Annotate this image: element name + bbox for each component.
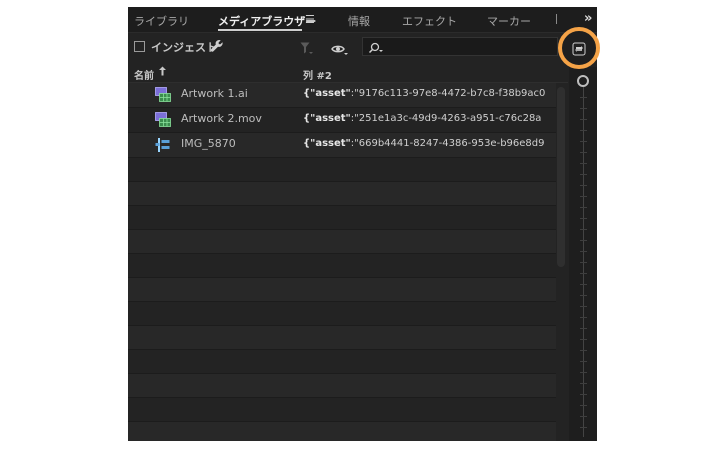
- file-metadata: {"asset":"669b4441-8247-4386-953e-b96e8d…: [303, 138, 556, 149]
- tab-markers[interactable]: マーカー: [487, 13, 531, 29]
- file-list: Artwork 1.ai {"asset":"9176c113-97e8-447…: [128, 83, 556, 441]
- eye-icon[interactable]: [331, 41, 349, 60]
- search-box: [362, 37, 558, 56]
- wrench-icon[interactable]: [210, 38, 224, 57]
- zoom-tick: [580, 141, 587, 142]
- empty-row: [128, 230, 556, 254]
- file-name: IMG_5870: [181, 137, 236, 150]
- empty-row: [128, 254, 556, 278]
- tab-overflow-icon[interactable]: »: [584, 11, 592, 26]
- empty-row: [128, 350, 556, 374]
- zoom-tick: [580, 108, 587, 109]
- sequence-icon: [155, 87, 171, 107]
- file-metadata: {"asset":"251e1a3c-49d9-4263-a951-c76c28…: [303, 113, 556, 124]
- empty-row: [128, 374, 556, 398]
- column-header-row: 名前 列 #2: [128, 65, 568, 83]
- tab-info[interactable]: 情報: [348, 13, 370, 29]
- zoom-tick: [580, 97, 587, 98]
- zoom-tick: [580, 273, 587, 274]
- zoom-tick: [580, 152, 587, 153]
- tab-media-browser[interactable]: メディアブラウザー: [218, 13, 316, 29]
- zoom-tick: [580, 372, 587, 373]
- sequence-icon: [155, 112, 171, 132]
- ingest-label: インジェスト: [151, 41, 217, 54]
- zoom-tick: [580, 427, 587, 428]
- zoom-tick: [580, 339, 587, 340]
- meta-key: {"asset": [303, 113, 351, 124]
- zoom-tick: [580, 196, 587, 197]
- zoom-tick: [580, 218, 587, 219]
- meta-value: :"669b4441-8247-4386-953e-b96e8d9: [350, 138, 545, 149]
- tab-libraries[interactable]: ライブラリ: [134, 13, 189, 29]
- zoom-tick: [580, 416, 587, 417]
- zoom-tick: [580, 262, 587, 263]
- zoom-tick: [580, 119, 587, 120]
- sort-ascending-icon[interactable]: [158, 66, 167, 79]
- meta-value: :"251e1a3c-49d9-4263-a951-c76c28a: [350, 113, 542, 124]
- meta-value: :"9176c113-97e8-4472-b7c8-f38b9ac0: [350, 88, 546, 99]
- zoom-tick: [580, 405, 587, 406]
- ingest-checkbox[interactable]: [134, 41, 145, 52]
- highlight-ring: [558, 27, 600, 69]
- search-input[interactable]: [387, 39, 551, 56]
- column-header-name[interactable]: 名前: [134, 67, 154, 82]
- zoom-tick: [580, 317, 587, 318]
- file-metadata: {"asset":"9176c113-97e8-4472-b7c8-f38b9a…: [303, 88, 556, 99]
- zoom-handle[interactable]: [577, 75, 589, 87]
- zoom-tick: [580, 383, 587, 384]
- active-tab-indicator: [218, 29, 302, 31]
- tab-effects[interactable]: エフェクト: [402, 13, 457, 29]
- zoom-tick: [580, 163, 587, 164]
- empty-row: [128, 278, 556, 302]
- zoom-tick: [580, 251, 587, 252]
- zoom-tick: [580, 185, 587, 186]
- sync-settings-button[interactable]: [572, 41, 586, 56]
- zoom-tick: [580, 328, 587, 329]
- empty-row: [128, 422, 556, 441]
- zoom-tick: [580, 207, 587, 208]
- tab-divider: [556, 14, 557, 24]
- empty-row: [128, 182, 556, 206]
- empty-row: [128, 302, 556, 326]
- panel-tab-bar: ライブラリ メディアブラウザー ☰ 情報 エフェクト マーカー »: [128, 7, 597, 33]
- list-item[interactable]: IMG_5870 {"asset":"669b4441-8247-4386-95…: [128, 133, 556, 158]
- zoom-tick: [580, 229, 587, 230]
- file-name: Artwork 1.ai: [181, 87, 248, 100]
- vertical-scrollbar[interactable]: [557, 87, 565, 267]
- empty-row: [128, 398, 556, 422]
- list-item[interactable]: Artwork 2.mov {"asset":"251e1a3c-49d9-42…: [128, 108, 556, 133]
- search-icon[interactable]: [368, 40, 384, 59]
- zoom-tick: [580, 350, 587, 351]
- list-item[interactable]: Artwork 1.ai {"asset":"9176c113-97e8-447…: [128, 83, 556, 108]
- column-header-col2[interactable]: 列 #2: [303, 67, 332, 82]
- empty-row: [128, 158, 556, 182]
- file-name: Artwork 2.mov: [181, 112, 262, 125]
- zoom-tick: [580, 174, 587, 175]
- meta-key: {"asset": [303, 88, 351, 99]
- panel-menu-icon[interactable]: ☰: [305, 13, 315, 26]
- zoom-tick: [580, 394, 587, 395]
- zoom-slider[interactable]: [569, 67, 597, 441]
- meta-key: {"asset": [303, 138, 351, 149]
- filter-icon[interactable]: [300, 40, 314, 59]
- empty-row: [128, 326, 556, 350]
- zoom-tick: [580, 240, 587, 241]
- multicam-icon: [155, 137, 171, 157]
- zoom-tick: [580, 306, 587, 307]
- zoom-tick: [580, 361, 587, 362]
- zoom-tick: [580, 284, 587, 285]
- media-browser-toolbar: インジェスト: [128, 33, 597, 63]
- zoom-tick: [580, 130, 587, 131]
- empty-row: [128, 206, 556, 230]
- media-browser-panel: ライブラリ メディアブラウザー ☰ 情報 エフェクト マーカー » インジェスト: [128, 7, 597, 441]
- zoom-tick: [580, 295, 587, 296]
